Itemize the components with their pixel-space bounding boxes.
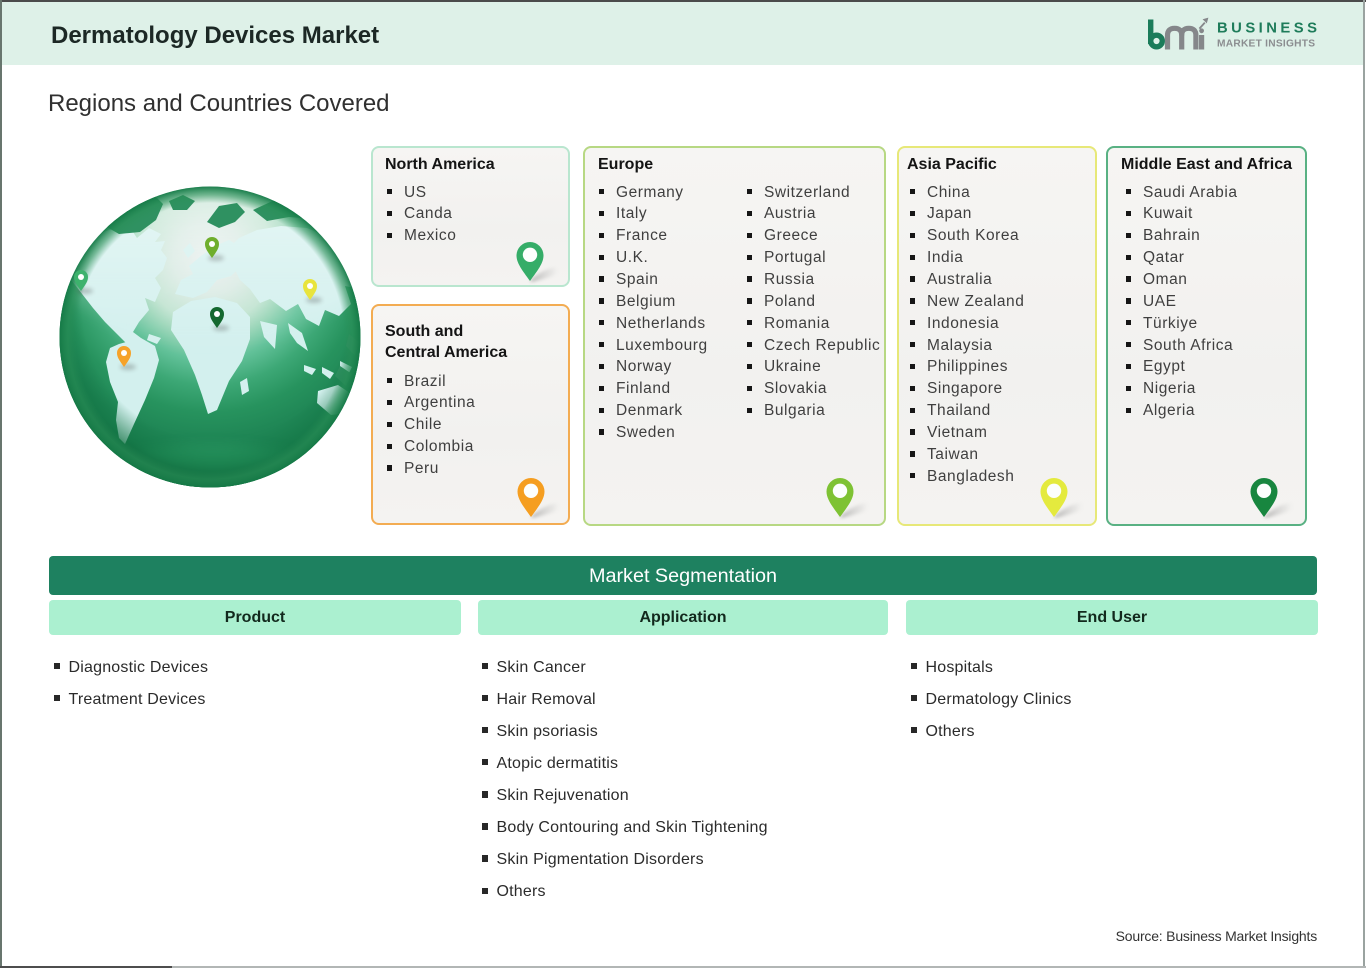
svg-text:MARKET INSIGHTS: MARKET INSIGHTS xyxy=(1217,39,1315,50)
svg-text:BUSINESS: BUSINESS xyxy=(1217,21,1317,37)
